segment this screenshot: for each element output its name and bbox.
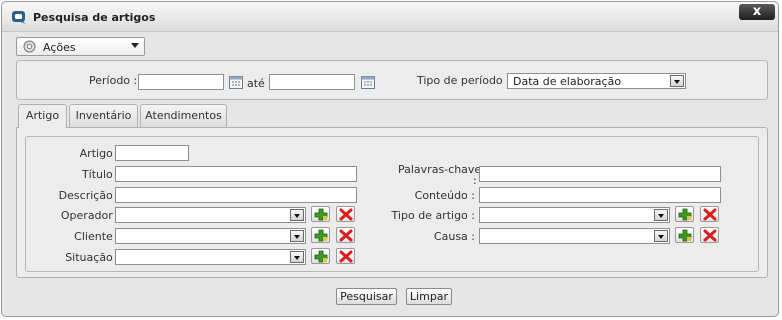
close-button[interactable]: x xyxy=(739,4,775,20)
chevron-down-icon xyxy=(654,209,668,221)
titulo-input[interactable] xyxy=(115,166,357,182)
tab-inventario[interactable]: Inventário xyxy=(69,104,138,127)
article-form: Artigo : Título : Descrição : Operador : xyxy=(25,136,759,272)
period-label: Período : xyxy=(89,74,138,87)
chevron-down-icon xyxy=(290,230,304,242)
add-icon xyxy=(314,250,328,263)
situacao-select[interactable] xyxy=(115,249,306,265)
tab-panel-artigo: Artigo : Título : Descrição : Operador : xyxy=(16,127,768,278)
actions-label: Ações xyxy=(43,41,76,54)
gear-icon xyxy=(23,40,36,53)
app-icon xyxy=(12,11,26,24)
artigo-label: Artigo : xyxy=(79,147,120,160)
add-tipo-artigo-button[interactable] xyxy=(675,206,694,222)
chevron-down-icon xyxy=(131,43,139,48)
remove-icon xyxy=(703,229,717,242)
add-icon xyxy=(314,208,328,221)
calendar-icon[interactable] xyxy=(229,75,243,89)
chevron-down-icon xyxy=(290,209,304,221)
palavras-chave-colon: : xyxy=(473,174,477,187)
until-label: até xyxy=(247,77,265,90)
causa-select[interactable] xyxy=(479,228,670,244)
situacao-label: Situação : xyxy=(65,251,120,264)
period-filter: Período : até Tipo de período : Data de … xyxy=(16,60,768,100)
remove-icon xyxy=(339,208,353,221)
title-bar[interactable]: Pesquisa de artigos x xyxy=(2,2,778,32)
palavras-chave-input[interactable] xyxy=(479,166,721,182)
causa-label: Causa : xyxy=(433,230,475,243)
remove-icon xyxy=(703,208,717,221)
period-type-label: Tipo de período : xyxy=(417,74,510,87)
period-start-input[interactable] xyxy=(138,74,224,90)
add-causa-button[interactable] xyxy=(675,227,694,243)
conteudo-input[interactable] xyxy=(479,187,721,203)
operador-select[interactable] xyxy=(115,207,306,223)
conteudo-label: Conteúdo : xyxy=(414,189,475,202)
artigo-input[interactable] xyxy=(115,145,189,161)
add-icon xyxy=(678,208,692,221)
tab-atendimentos[interactable]: Atendimentos xyxy=(140,104,227,127)
operador-label: Operador : xyxy=(60,209,120,222)
actions-dropdown[interactable]: Ações xyxy=(16,37,145,56)
cliente-label: Cliente : xyxy=(74,230,120,243)
remove-cliente-button[interactable] xyxy=(336,227,355,243)
remove-operador-button[interactable] xyxy=(336,206,355,222)
descricao-input[interactable] xyxy=(115,187,357,203)
period-type-value: Data de elaboração xyxy=(513,75,622,88)
chevron-down-icon xyxy=(654,230,668,242)
remove-icon xyxy=(339,250,353,263)
remove-causa-button[interactable] xyxy=(700,227,719,243)
add-icon xyxy=(678,229,692,242)
chevron-down-icon xyxy=(290,251,304,263)
clear-button[interactable]: Limpar xyxy=(406,288,452,305)
period-end-input[interactable] xyxy=(269,74,355,90)
add-cliente-button[interactable] xyxy=(311,227,330,243)
remove-icon xyxy=(339,229,353,242)
chevron-down-icon xyxy=(670,75,684,87)
search-dialog: Pesquisa de artigos x Ações Período : at… xyxy=(1,1,779,317)
palavras-chave-label: Palavras-chave xyxy=(398,163,482,176)
window-title: Pesquisa de artigos xyxy=(33,11,156,24)
tipo-artigo-select[interactable] xyxy=(479,207,670,223)
descricao-label: Descrição : xyxy=(58,189,120,202)
tipo-artigo-label: Tipo de artigo : xyxy=(391,209,475,222)
tab-artigo[interactable]: Artigo xyxy=(18,104,67,128)
remove-situacao-button[interactable] xyxy=(336,248,355,264)
period-type-select[interactable]: Data de elaboração xyxy=(507,73,686,89)
search-button[interactable]: Pesquisar xyxy=(336,288,397,305)
add-icon xyxy=(314,229,328,242)
add-situacao-button[interactable] xyxy=(311,248,330,264)
add-operador-button[interactable] xyxy=(311,206,330,222)
calendar-icon[interactable] xyxy=(361,75,375,89)
cliente-select[interactable] xyxy=(115,228,306,244)
remove-tipo-artigo-button[interactable] xyxy=(700,206,719,222)
